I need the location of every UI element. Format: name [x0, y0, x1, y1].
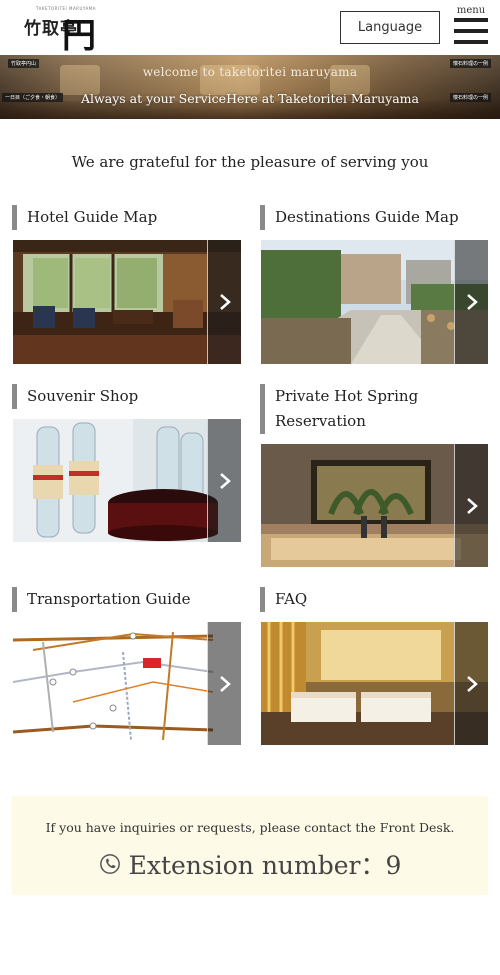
card-arrow: [454, 622, 488, 745]
intro-text: We are grateful for the pleasure of serv…: [71, 153, 429, 171]
card-title-private-hot-spring[interactable]: Private Hot Spring Reservation: [260, 384, 418, 434]
card-title-faq[interactable]: FAQ: [260, 587, 307, 612]
chevron-right-icon: [219, 294, 231, 310]
hamburger-icon: [454, 18, 488, 22]
card-arrow: [207, 419, 241, 542]
chevron-right-icon: [219, 675, 231, 692]
card-transportation-guide[interactable]: [13, 622, 241, 745]
card-title-transportation-guide[interactable]: Transportation Guide: [12, 587, 190, 612]
site-header: TAKETORITEI MARUYAMA 竹取亭 円山 Language men…: [0, 0, 500, 105]
card-title-line: Private Hot Spring: [275, 387, 419, 405]
contact-box: If you have inquiries or requests, pleas…: [12, 796, 488, 895]
chevron-right-icon: [466, 675, 478, 692]
card-hotel-guide-map[interactable]: [13, 240, 241, 364]
hamburger-icon: [454, 29, 488, 33]
card-title-destinations-guide-map[interactable]: Destinations Guide Map: [260, 205, 459, 230]
card-arrow: [207, 622, 241, 745]
card-title-hotel-guide-map[interactable]: Hotel Guide Map: [12, 205, 157, 230]
card-title-line: Reservation: [275, 412, 366, 430]
menu-label: menu: [456, 5, 486, 16]
menu-button[interactable]: menu: [453, 5, 489, 47]
card-destinations-guide-map[interactable]: [261, 240, 488, 364]
hamburger-icon: [454, 40, 488, 44]
phone-icon: [99, 854, 120, 874]
card-arrow: [454, 240, 488, 364]
card-arrow: [207, 240, 241, 364]
card-arrow: [454, 444, 488, 567]
extension-number-text: Extension number：9: [128, 851, 402, 880]
chevron-right-icon: [219, 472, 231, 489]
chevron-right-icon: [466, 497, 478, 514]
banner-title: Always at your ServiceHere at Taketorite…: [81, 91, 419, 106]
card-private-hot-spring[interactable]: [261, 444, 488, 567]
extension-number: Extension number：9: [12, 846, 488, 882]
card-faq[interactable]: [261, 622, 488, 745]
banner-subtitle: welcome to taketoritei maruyama: [142, 65, 358, 79]
language-button[interactable]: Language: [340, 11, 440, 44]
hero-banner: 竹取亭円山 一日目（ご夕食・朝食） 懐石料理の一例 懐石料理の一例 welcom…: [0, 55, 500, 119]
contact-text: If you have inquiries or requests, pleas…: [45, 820, 455, 835]
card-title-souvenir-shop[interactable]: Souvenir Shop: [12, 384, 138, 409]
card-souvenir-shop[interactable]: [13, 419, 241, 542]
site-logo[interactable]: TAKETORITEI MARUYAMA 竹取亭 円山: [12, 6, 114, 105]
chevron-right-icon: [466, 294, 478, 310]
